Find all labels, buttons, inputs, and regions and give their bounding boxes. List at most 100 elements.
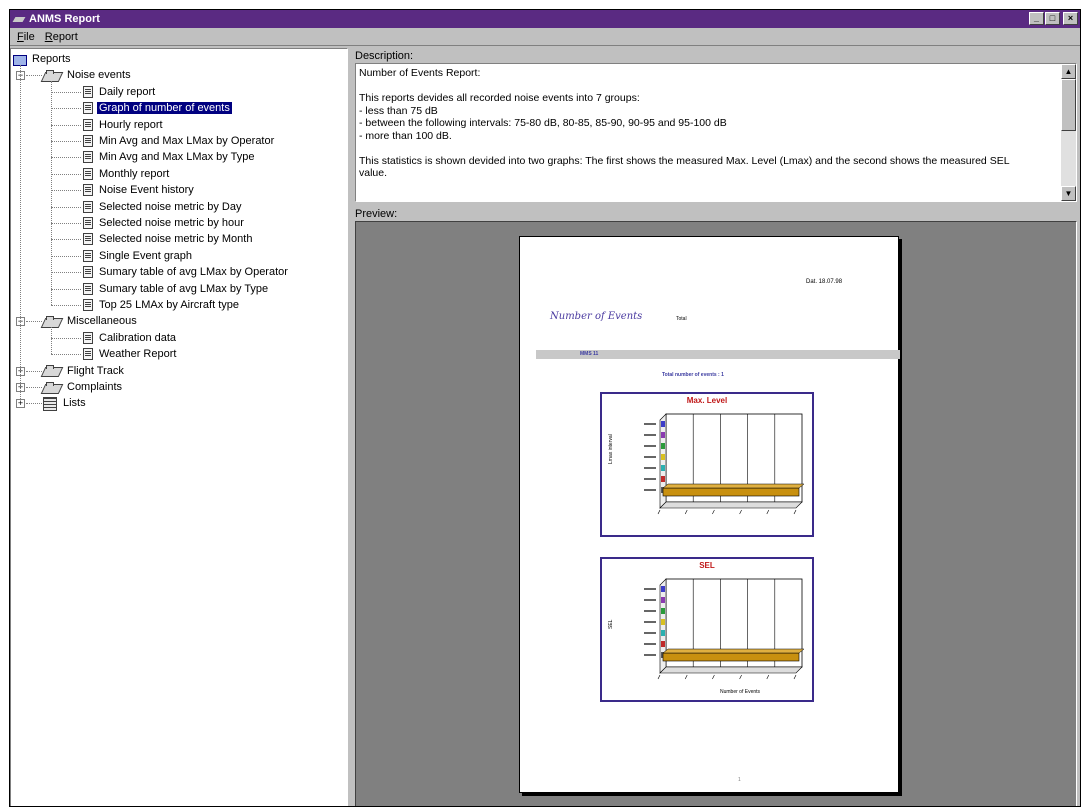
tree-item[interactable]: Single Event graph [83, 248, 194, 264]
tree-item[interactable]: Min Avg and Max LMax by Operator [83, 133, 276, 149]
scroll-down-arrow-icon[interactable]: ▼ [1061, 186, 1076, 201]
report-document-icon [83, 167, 93, 180]
list-folder-icon [43, 396, 57, 411]
tree-item[interactable]: Calibration data [83, 330, 178, 346]
report-document-icon [83, 184, 93, 197]
title-bar[interactable]: ANMS Report _ □ × [10, 10, 1080, 28]
report-page: Dat. 18.07.98 Number of Events Total MMS… [519, 236, 900, 793]
floor [659, 501, 803, 509]
window-controls: _ □ × [1029, 12, 1078, 25]
tree-connector [51, 91, 81, 93]
tree-item[interactable]: Weather Report [83, 346, 178, 362]
tree-item-label: Selected noise metric by Month [99, 233, 253, 246]
tree-root[interactable]: Reports [13, 51, 73, 67]
tree-item[interactable]: Graph of number of events [83, 100, 233, 116]
tree-connector [51, 354, 81, 356]
tree-connector [51, 327, 52, 355]
preview-area[interactable]: Dat. 18.07.98 Number of Events Total MMS… [355, 221, 1077, 806]
tree-group-flight-track[interactable]: Flight Track [43, 363, 126, 379]
tree-connector [26, 387, 42, 388]
menu-file[interactable]: File [12, 31, 40, 43]
report-document-icon [83, 331, 93, 344]
tree-item-label: Selected noise metric by hour [99, 217, 244, 229]
tree-item[interactable]: Selected noise metric by Month [83, 231, 254, 247]
x-tick [766, 674, 770, 680]
tree-item[interactable]: Noise Event history [83, 182, 196, 198]
tree-group-noise-events[interactable]: Noise events [43, 67, 133, 83]
tree-connector [20, 65, 21, 400]
expand-icon[interactable]: + [16, 399, 25, 409]
report-document-icon [83, 299, 93, 311]
category-marker [661, 597, 665, 603]
close-button[interactable]: × [1063, 12, 1078, 25]
report-document-icon [83, 118, 93, 131]
report-document-icon [83, 233, 93, 246]
category-marker [661, 443, 665, 449]
pane-splitter[interactable] [348, 48, 354, 806]
x-tick [712, 674, 715, 680]
tree-item-label: Daily report [99, 85, 156, 98]
data-bar-top [662, 483, 805, 489]
tree-group-label: Noise events [67, 69, 131, 82]
tree-group-miscellaneous[interactable]: Miscellaneous [43, 313, 139, 329]
description-line: This reports devides all recorded noise … [359, 92, 640, 104]
category-marker [661, 619, 665, 625]
scroll-thumb[interactable] [1061, 79, 1076, 131]
tree-item[interactable]: Sumary table of avg LMax by Type [83, 281, 270, 297]
tree-item[interactable]: Sumary table of avg LMax by Operator [83, 264, 290, 280]
floor [659, 666, 803, 674]
reports-root-icon [13, 54, 27, 66]
menu-report[interactable]: Report [40, 31, 83, 43]
tree-item-label: Min Avg and Max LMax by Operator [99, 135, 275, 147]
data-bar-top [662, 648, 805, 654]
description-line: - more than 100 dB. [359, 129, 452, 142]
tree-item-label: Calibration data [99, 331, 177, 344]
tree-item[interactable]: Min Avg and Max LMax by Type [83, 149, 257, 165]
tree-item[interactable]: Monthly report [83, 166, 171, 182]
description-text: Number of Events Report: This reports dev… [359, 67, 1059, 180]
tree-item[interactable]: Selected noise metric by Day [83, 199, 243, 215]
maximize-button[interactable]: □ [1045, 12, 1060, 25]
tree-group-complaints[interactable]: Complaints [43, 379, 124, 395]
page-number: 1 [738, 777, 741, 783]
tree-connector [51, 108, 81, 110]
description-scrollbar[interactable]: ▲ ▼ [1061, 64, 1076, 201]
report-document-icon [83, 85, 93, 98]
tree-connector [51, 190, 81, 192]
tree-connector [51, 157, 81, 159]
description-line: - less than 75 dB [359, 104, 438, 117]
tree-connector [51, 124, 81, 126]
tree-connector [26, 403, 42, 405]
report-document-icon [83, 200, 93, 213]
tree-item-label: Sumary table of avg LMax by Operator [99, 266, 288, 279]
x-tick [793, 509, 797, 515]
tree-connector [51, 239, 81, 241]
tree-connector [51, 81, 52, 305]
tree-group-lists[interactable]: Lists [43, 395, 88, 411]
tree-group-label: Lists [63, 397, 86, 410]
tree-item[interactable]: Daily report [83, 84, 157, 100]
description-line: value. [359, 167, 388, 179]
tree-connector [26, 321, 42, 323]
tree-item[interactable]: Selected noise metric by hour [83, 215, 246, 231]
tree-item-label: Top 25 LMAx by Aircraft type [99, 299, 240, 311]
x-tick [793, 674, 797, 680]
data-bar [662, 652, 800, 662]
tree-item-label: Graph of number of events [96, 101, 233, 116]
tree-item[interactable]: Hourly report [83, 117, 165, 133]
band-text: MMS 11 [580, 351, 599, 357]
description-line: This statistics is shown devided into tw… [359, 154, 1010, 167]
sel-chart-plot: SEL Number of Events [608, 578, 805, 695]
reports-tree[interactable]: Reports − Noise events Daily report Graph of… [10, 48, 348, 806]
tree-item[interactable]: Top 25 LMAx by Aircraft type [83, 297, 241, 313]
x-tick [657, 509, 661, 515]
report-document-icon [83, 102, 93, 115]
x-tick [739, 674, 742, 680]
tree-connector [26, 370, 42, 372]
minimize-button[interactable]: _ [1029, 12, 1044, 25]
report-document-icon [83, 135, 93, 147]
scroll-up-arrow-icon[interactable]: ▲ [1061, 64, 1076, 79]
tree-item-label: Min Avg and Max LMax by Type [99, 151, 255, 164]
header-band: MMS 11 [536, 350, 900, 359]
description-line: - between the following intervals: 75-80… [359, 117, 727, 129]
